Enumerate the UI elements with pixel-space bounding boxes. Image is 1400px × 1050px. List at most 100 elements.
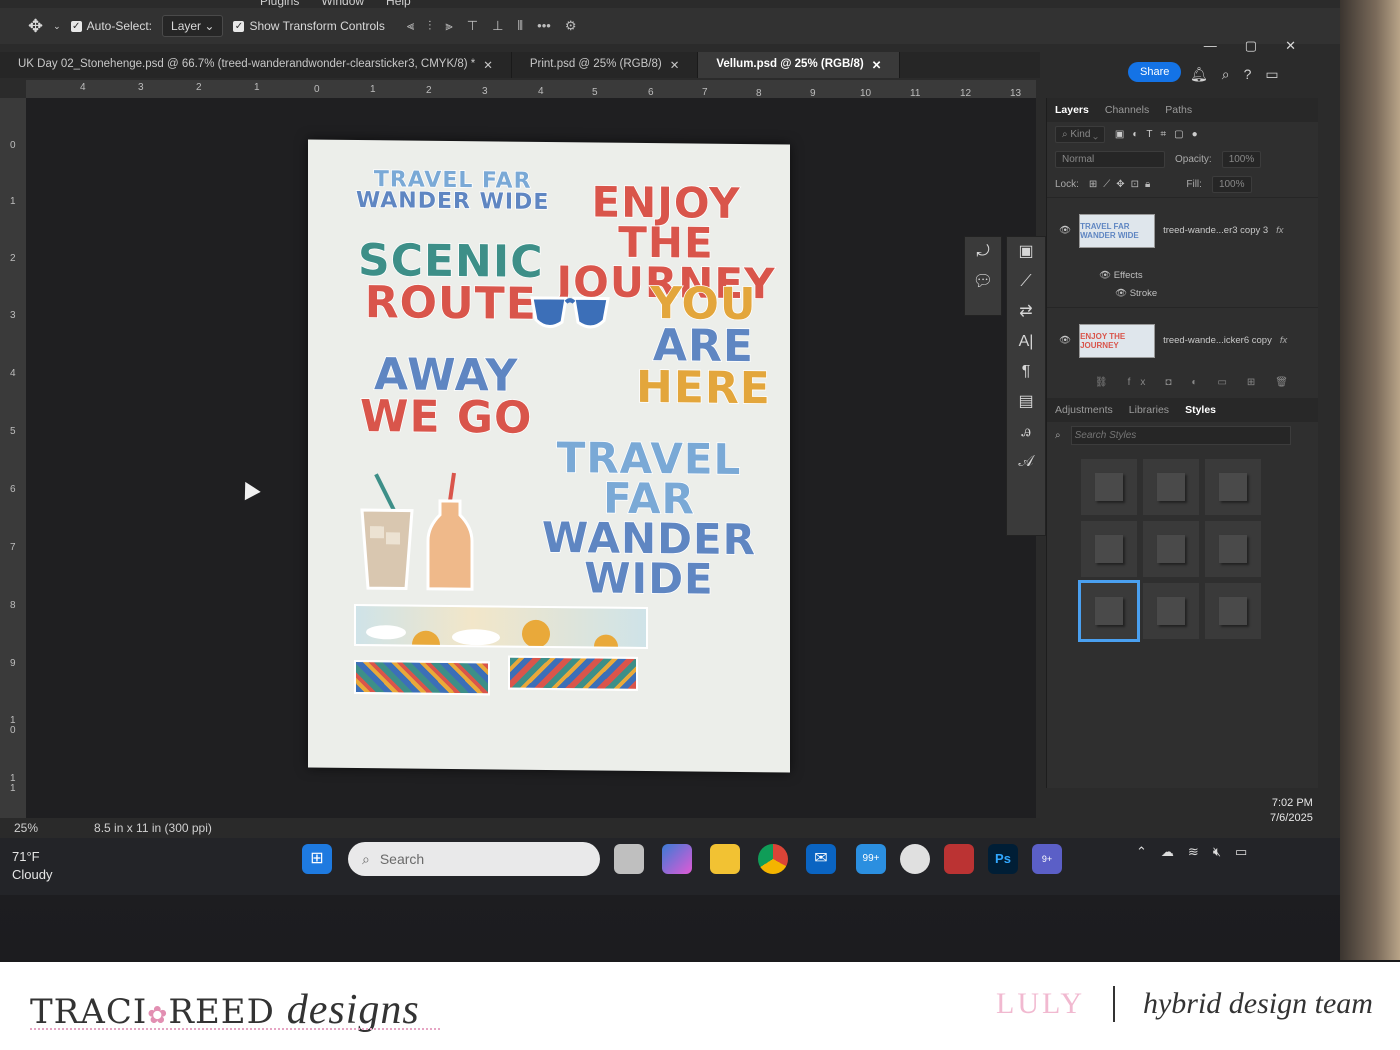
- more-options-icon[interactable]: •••: [537, 18, 551, 34]
- eye-icon[interactable]: 👁︎: [1099, 270, 1114, 281]
- app-icon[interactable]: [900, 844, 930, 874]
- style-swatch[interactable]: [1081, 521, 1137, 577]
- gear-icon[interactable]: ⚙: [565, 18, 577, 34]
- glyph-icon[interactable]: ꭿ: [1007, 417, 1045, 447]
- style-swatch[interactable]: [1143, 583, 1199, 639]
- onedrive-icon[interactable]: ☁: [1161, 844, 1174, 860]
- zoom-level[interactable]: 25%: [14, 821, 38, 835]
- eye-icon[interactable]: 👁︎: [1059, 225, 1071, 236]
- eye-icon[interactable]: 👁︎: [1115, 288, 1130, 299]
- style-swatch[interactable]: [1205, 459, 1261, 515]
- align-right-icon[interactable]: ⫸: [445, 18, 452, 34]
- task-view-icon[interactable]: [614, 844, 644, 874]
- tab-stonehenge[interactable]: UK Day 02_Stonehenge.psd @ 66.7% (treed-…: [0, 52, 512, 78]
- fill-input[interactable]: 100%: [1211, 176, 1252, 193]
- washi-tape-plaid-right[interactable]: [508, 655, 638, 691]
- close-icon[interactable]: ✕: [670, 58, 680, 72]
- mask-icon[interactable]: ◘: [1165, 377, 1181, 388]
- paint-icon[interactable]: ▤: [1007, 387, 1045, 417]
- style-swatch[interactable]: [1205, 583, 1261, 639]
- tab-vellum[interactable]: Vellum.psd @ 25% (RGB/8) ✕: [698, 52, 901, 78]
- sticker-travel-far-small[interactable]: TRAVEL FAR WANDER WIDE: [355, 166, 550, 215]
- auto-select-dropdown[interactable]: Layer ⌄: [162, 15, 224, 37]
- adjust-icon[interactable]: ⇄: [1007, 297, 1045, 327]
- align-top-icon[interactable]: ⊤: [467, 18, 478, 34]
- washi-tape-sun[interactable]: [354, 603, 648, 659]
- messages-icon[interactable]: 99+: [856, 844, 886, 874]
- stroke-row[interactable]: 👁︎ Stroke: [1099, 285, 1318, 303]
- align-center-icon[interactable]: ⫶: [428, 18, 431, 34]
- layer-row[interactable]: 👁︎ TRAVEL FAR WANDER WIDE treed-wande...…: [1047, 197, 1318, 263]
- minimize-button[interactable]: —: [1204, 38, 1217, 54]
- workspace-icon[interactable]: ▭: [1265, 66, 1278, 83]
- sticker-travel-far-large[interactable]: TRAVEL FAR WANDER WIDE: [508, 432, 790, 604]
- tab-adjustments[interactable]: Adjustments: [1055, 404, 1113, 416]
- search-styles-input[interactable]: [1070, 426, 1291, 445]
- taskbar-search[interactable]: ⌕ Search: [348, 842, 600, 876]
- filter-icons[interactable]: ▣◐T⌗▢●: [1115, 129, 1206, 140]
- adjustment-icon[interactable]: ◐: [1191, 377, 1207, 388]
- washi-tape-plaid-left[interactable]: [354, 659, 490, 696]
- link-icon[interactable]: ⛓︎: [1095, 377, 1118, 388]
- chevron-up-icon[interactable]: ⌃: [1136, 844, 1147, 860]
- lock-icons[interactable]: ⊞⟋✥⊡🔒︎: [1089, 179, 1156, 190]
- maximize-button[interactable]: ▢: [1245, 38, 1257, 54]
- new-layer-icon[interactable]: ⊞: [1247, 377, 1265, 388]
- align-left-icon[interactable]: ⫷: [407, 18, 414, 34]
- menu-window[interactable]: Window: [321, 0, 364, 8]
- blend-mode-select[interactable]: Normal: [1055, 151, 1165, 168]
- tab-paths[interactable]: Paths: [1165, 104, 1192, 116]
- brush-icon[interactable]: ⟋: [1007, 267, 1045, 297]
- tab-channels[interactable]: Channels: [1105, 104, 1149, 116]
- history-icon[interactable]: ⤾: [965, 237, 1001, 267]
- comment-icon[interactable]: 💬︎: [965, 267, 1001, 297]
- move-tool-icon[interactable]: ✥: [28, 16, 43, 37]
- share-button[interactable]: Share: [1128, 62, 1182, 82]
- folder-icon[interactable]: ▭: [1217, 377, 1236, 388]
- style-swatch[interactable]: [1081, 459, 1137, 515]
- file-explorer-icon[interactable]: [710, 844, 740, 874]
- distribute-icon[interactable]: ⦀: [517, 18, 523, 34]
- chrome-icon[interactable]: [758, 844, 788, 874]
- help-icon[interactable]: ?: [1244, 66, 1252, 83]
- sunglasses-sticker[interactable]: [528, 292, 612, 338]
- style-swatch[interactable]: [1143, 459, 1199, 515]
- windows-start-icon[interactable]: ⊞: [302, 844, 332, 874]
- align-middle-icon[interactable]: ⊥: [492, 18, 503, 34]
- search-icon[interactable]: ⌕: [1222, 66, 1230, 83]
- type-style-icon[interactable]: 𝒜: [1007, 447, 1045, 477]
- close-icon[interactable]: ✕: [872, 58, 882, 72]
- teams-icon[interactable]: 9+: [1032, 844, 1062, 874]
- layer-row[interactable]: 👁︎ ENJOY THE JOURNEY treed-wande...icker…: [1047, 307, 1318, 373]
- photoshop-icon[interactable]: Ps: [988, 844, 1018, 874]
- menu-help[interactable]: Help: [386, 0, 411, 8]
- style-swatch[interactable]: [1143, 521, 1199, 577]
- canvas-area[interactable]: TRAVEL FAR WANDER WIDE ENJOY THE JOURNEY…: [26, 98, 1036, 818]
- tab-styles[interactable]: Styles: [1185, 404, 1216, 416]
- battery-icon[interactable]: ▭: [1235, 844, 1247, 860]
- bell-icon[interactable]: 🔔︎: [1190, 66, 1208, 83]
- character-icon[interactable]: A|: [1007, 327, 1045, 357]
- drinks-sticker[interactable]: [356, 470, 482, 602]
- kind-filter[interactable]: ⌕ Kind ⌄: [1055, 126, 1105, 143]
- opacity-input[interactable]: 100%: [1221, 151, 1262, 168]
- close-button[interactable]: ✕: [1285, 38, 1296, 54]
- sticker-scenic-route[interactable]: SCENIC ROUTE: [357, 234, 544, 330]
- tab-print[interactable]: Print.psd @ 25% (RGB/8) ✕: [512, 52, 699, 78]
- document-canvas[interactable]: TRAVEL FAR WANDER WIDE ENJOY THE JOURNEY…: [308, 139, 790, 773]
- weather-widget[interactable]: 71°F Cloudy: [12, 848, 52, 884]
- volume-icon[interactable]: 🔇︎: [1213, 844, 1221, 860]
- wifi-icon[interactable]: ≋: [1188, 844, 1199, 860]
- chevron-down-icon[interactable]: ⌄: [53, 21, 61, 32]
- eye-icon[interactable]: 👁︎: [1059, 335, 1071, 346]
- sticker-away-we-go[interactable]: AWAY WE GO: [359, 348, 533, 444]
- app-red-icon[interactable]: [944, 844, 974, 874]
- paragraph-icon[interactable]: ¶: [1007, 357, 1045, 387]
- copilot-icon[interactable]: [662, 844, 692, 874]
- tab-layers[interactable]: Layers: [1055, 104, 1089, 116]
- effects-row[interactable]: 👁︎ Effects: [1099, 267, 1318, 285]
- sticker-you-are-here[interactable]: YOU ARE HERE: [635, 277, 771, 414]
- outlook-icon[interactable]: ✉: [806, 844, 836, 874]
- trash-icon[interactable]: 🗑︎: [1275, 377, 1298, 388]
- clock[interactable]: 7:02 PM 7/6/2025: [1270, 796, 1313, 826]
